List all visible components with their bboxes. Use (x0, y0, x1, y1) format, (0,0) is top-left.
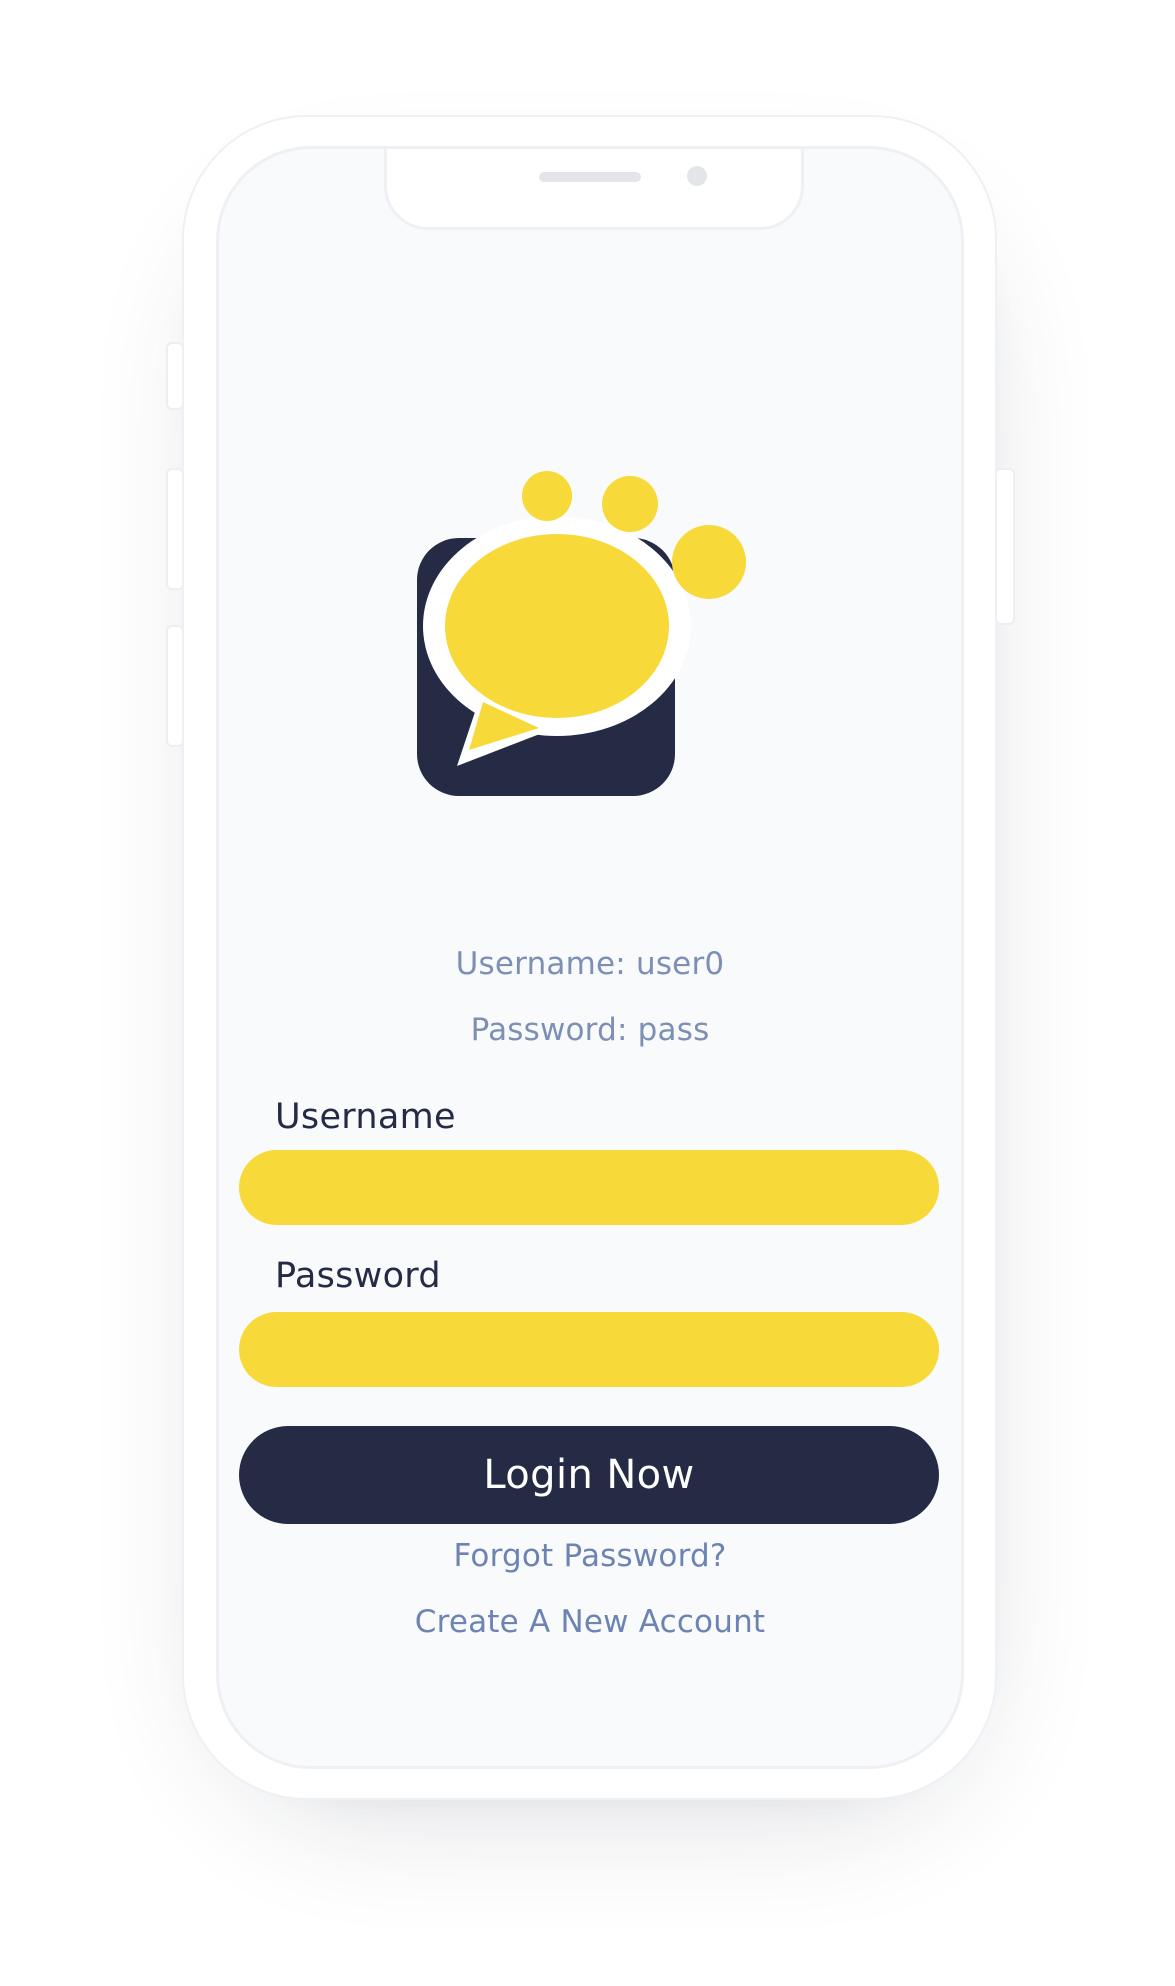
username-input[interactable] (239, 1150, 939, 1225)
password-label: Password (275, 1256, 441, 1296)
create-account-link[interactable]: Create A New Account (219, 1604, 961, 1640)
login-now-button[interactable]: Login Now (239, 1426, 939, 1524)
phone-notch (384, 149, 804, 230)
password-hint: Password: pass (470, 1012, 710, 1048)
username-label: Username (275, 1097, 456, 1137)
username-hint: Username: user0 (455, 946, 725, 982)
phone-screen: Username: user0 Password: pass Username … (216, 146, 964, 1769)
front-camera (687, 166, 707, 186)
power-button (995, 468, 1015, 625)
speaker-grille (539, 172, 641, 182)
password-input[interactable] (239, 1312, 939, 1387)
forgot-password-link[interactable]: Forgot Password? (219, 1538, 961, 1574)
paw-chat-bubble-logo-icon (417, 471, 746, 796)
